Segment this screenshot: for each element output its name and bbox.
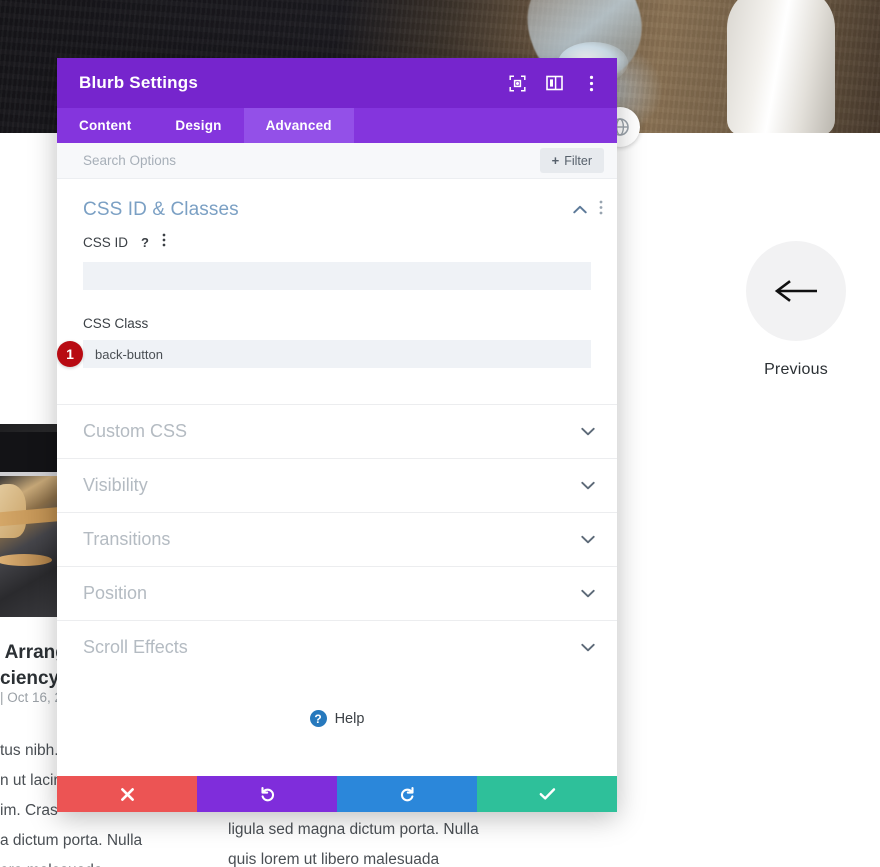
accordion-row-visibility[interactable]: Visibility <box>57 458 617 512</box>
photo-bottle <box>727 0 835 133</box>
accordion-label: Position <box>83 583 148 603</box>
more-vertical-icon[interactable] <box>581 73 601 93</box>
css-id-input[interactable] <box>83 262 591 290</box>
thumb-monitor <box>0 432 58 476</box>
help-question-icon[interactable]: ? <box>138 235 152 250</box>
accordion-label: Scroll Effects <box>83 637 188 657</box>
focus-target-icon[interactable] <box>507 73 527 93</box>
modal-header-icons <box>507 73 601 93</box>
css-class-field-wrap: 1 <box>57 340 591 368</box>
tab-content[interactable]: Content <box>57 108 153 143</box>
accordion-label: Visibility <box>83 475 148 495</box>
close-x-icon <box>120 787 134 801</box>
blurb-settings-modal: Blurb Settings Content Design Advanced S… <box>57 58 617 812</box>
modal-header: Blurb Settings <box>57 58 617 108</box>
page-root: Arrang ciency | Oct 16, 2 tus nibh. n ut … <box>0 0 880 867</box>
css-class-input[interactable] <box>83 340 591 368</box>
search-input[interactable] <box>83 153 540 168</box>
help-label: Help <box>334 710 365 727</box>
accordion-title: CSS ID & Classes <box>83 199 239 220</box>
modal-tab-bar: Content Design Advanced <box>57 108 617 143</box>
redo-button[interactable] <box>337 776 477 812</box>
modal-title: Blurb Settings <box>79 73 198 92</box>
tab-design[interactable]: Design <box>153 108 243 143</box>
css-id-label: CSS ID <box>83 235 129 250</box>
step-badge-1: 1 <box>57 341 83 367</box>
help-question-icon: ? <box>309 710 327 727</box>
accordion-header-icons <box>573 200 603 220</box>
discard-button[interactable] <box>57 776 197 812</box>
css-id-label-row: CSS ID ? <box>83 233 591 252</box>
more-vertical-icon[interactable] <box>599 200 603 220</box>
chevron-down-icon[interactable] <box>581 585 595 603</box>
undo-button[interactable] <box>197 776 337 812</box>
undo-icon <box>260 786 274 801</box>
plus-icon: + <box>551 153 560 168</box>
field-spacer <box>83 290 591 316</box>
more-vertical-icon[interactable] <box>162 233 166 252</box>
previous-button[interactable] <box>746 241 846 341</box>
chevron-up-icon[interactable] <box>573 201 587 219</box>
filter-button-label: Filter <box>564 153 592 168</box>
previous-nav[interactable]: Previous <box>746 241 846 379</box>
accordion-row-transitions[interactable]: Transitions <box>57 512 617 566</box>
accordion-label: Custom CSS <box>83 421 188 441</box>
blog-title-line-2: ciency <box>0 668 60 689</box>
redo-icon <box>400 786 414 801</box>
chevron-down-icon[interactable] <box>581 423 595 441</box>
previous-label: Previous <box>764 361 828 378</box>
accordion-label: Transitions <box>83 529 171 549</box>
chevron-down-icon[interactable] <box>581 531 595 549</box>
thumb-stool <box>0 554 52 566</box>
tab-advanced[interactable]: Advanced <box>243 108 354 143</box>
arrow-left-icon <box>774 280 817 302</box>
help-row[interactable]: ? Help <box>57 674 617 727</box>
modal-body: CSS ID & Classes CSS ID ? CSS Class 1 ba… <box>57 179 617 776</box>
blog-post-thumbnail <box>0 424 58 617</box>
check-icon <box>539 788 555 800</box>
chevron-down-icon[interactable] <box>581 639 595 657</box>
save-button[interactable] <box>477 776 617 812</box>
filter-button[interactable]: + Filter <box>539 148 604 173</box>
field-block-css-id-classes: CSS ID ? CSS Class 1 <box>57 233 617 368</box>
body-text-right-column: ligula sed magna dictum porta. Nulla qui… <box>228 821 479 867</box>
css-class-label: CSS Class <box>83 316 149 331</box>
chevron-down-icon[interactable] <box>581 477 595 495</box>
accordion-row-custom-css[interactable]: Custom CSS <box>57 404 617 458</box>
layout-split-icon[interactable] <box>544 73 564 93</box>
modal-footer <box>57 776 617 812</box>
search-options-row: + Filter <box>57 143 617 179</box>
accordion-row-scroll-effects[interactable]: Scroll Effects <box>57 620 617 674</box>
accordion-row-position[interactable]: Position <box>57 566 617 620</box>
blog-post-meta: | Oct 16, 2 <box>0 690 63 705</box>
accordion-header-css-id-classes[interactable]: CSS ID & Classes <box>57 179 617 233</box>
